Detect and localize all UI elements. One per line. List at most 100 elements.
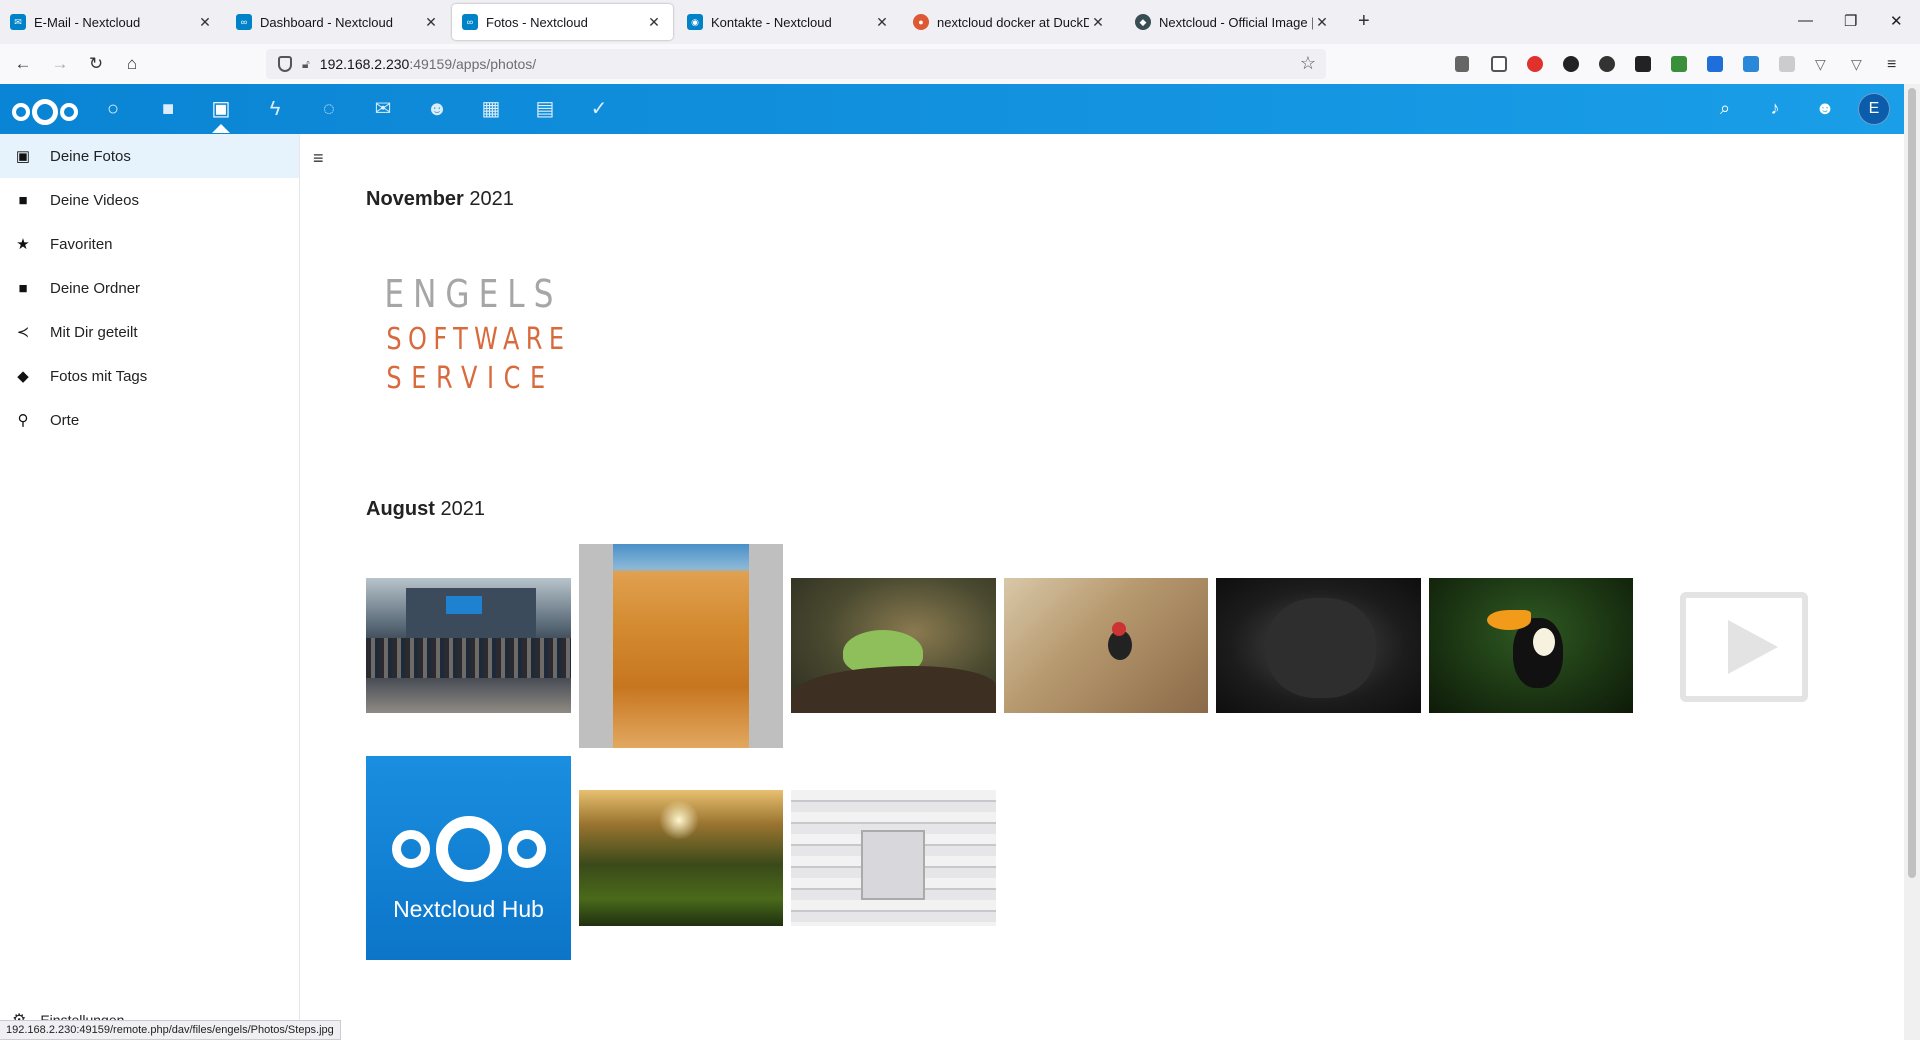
minimize-icon[interactable]: — xyxy=(1798,12,1813,29)
sidebar-item-label: Mit Dir geteilt xyxy=(50,323,138,341)
sidebar-item-fotos-mit-tags[interactable]: ◆ Fotos mit Tags xyxy=(0,354,299,398)
close-icon[interactable]: ✕ xyxy=(422,14,440,31)
location-pin-icon: ⚲ xyxy=(17,412,29,429)
tab-title: Kontakte - Nextcloud xyxy=(711,14,832,30)
sidebar-item-favoriten[interactable]: ★ Favoriten xyxy=(0,222,299,266)
close-icon[interactable]: ✕ xyxy=(645,14,663,31)
sidebar-item-deine-fotos[interactable]: ▣ Deine Fotos xyxy=(0,134,299,178)
activity-icon[interactable]: ϟ xyxy=(263,97,287,121)
bookmark-star-icon[interactable]: ☆ xyxy=(1300,53,1316,74)
menu-icon[interactable]: ≡ xyxy=(1887,56,1903,73)
extension-layers-icon[interactable] xyxy=(1707,56,1723,72)
tab-title: Nextcloud - Official Image | Docker Hub xyxy=(1159,14,1313,30)
photo-thumbnail-nextcloud-hub[interactable]: Nextcloud Hub xyxy=(366,756,571,960)
video-icon: ■ xyxy=(18,191,28,209)
talk-icon[interactable]: ◌ xyxy=(317,97,341,121)
library-atrium-shape xyxy=(861,830,925,900)
files-folder-icon[interactable]: ■ xyxy=(156,97,180,121)
close-icon[interactable]: ✕ xyxy=(1089,14,1107,31)
browser-tab-docker[interactable]: ◆ Nextcloud - Official Image | Docker Hu… xyxy=(1125,4,1341,40)
extension-tool-icon[interactable] xyxy=(1671,56,1687,72)
url-bar[interactable]: 🔓︎ 192.168.2.230:49159/apps/photos/ ☆ xyxy=(266,49,1326,79)
browser-tab-kontakte[interactable]: ◉ Kontakte - Nextcloud ✕ xyxy=(677,4,901,40)
dashboard-icon[interactable]: ○ xyxy=(101,97,125,121)
forward-arrow-icon[interactable]: → xyxy=(48,52,72,76)
sidebar-item-label: Fotos mit Tags xyxy=(50,367,148,385)
sidebar-icon[interactable] xyxy=(1491,56,1507,72)
sidebar-item-label: Orte xyxy=(50,411,80,429)
photo-thumbnail-frog[interactable] xyxy=(791,578,996,713)
close-icon[interactable]: ✕ xyxy=(1313,14,1331,31)
deck-icon[interactable]: ▤ xyxy=(533,97,557,121)
photo-thumbnail-vineyard[interactable] xyxy=(579,790,783,926)
photo-thumbnail-engels-logo[interactable]: ENGELS SOFTWARE SERVICE xyxy=(366,268,570,404)
page-scrollbar[interactable] xyxy=(1904,84,1920,1040)
extension-container-icon[interactable] xyxy=(1743,56,1759,72)
shield-icon[interactable] xyxy=(278,56,292,72)
close-icon[interactable]: ✕ xyxy=(196,14,214,31)
extension-vv-icon[interactable]: ▽ xyxy=(1851,56,1867,72)
photo-thumbnail-toucan[interactable] xyxy=(1429,578,1633,713)
contacts-icon[interactable]: ☻ xyxy=(425,97,449,121)
restore-icon[interactable]: ❐ xyxy=(1844,12,1857,30)
calendar-icon[interactable]: ▦ xyxy=(479,97,503,121)
nextcloud-hub-logo-icon xyxy=(392,816,546,882)
crowd-shape xyxy=(366,638,571,678)
photo-thumbnail-finch[interactable] xyxy=(1004,578,1208,713)
tab-title: nextcloud docker at DuckDuckGo xyxy=(937,14,1089,30)
user-avatar[interactable]: E xyxy=(1858,93,1890,125)
photo-thumbnail-group-photo[interactable] xyxy=(366,578,571,713)
extension-v-icon[interactable]: ▽ xyxy=(1815,56,1831,72)
photo-thumbnail-gorilla[interactable] xyxy=(1216,578,1421,713)
logo-line-software: SOFTWARE xyxy=(386,322,570,357)
section-heading-november: November 2021 xyxy=(366,188,514,211)
video-thumbnail-placeholder[interactable] xyxy=(1680,592,1808,702)
logo-line-engels: ENGELS xyxy=(384,272,563,316)
sidebar-item-label: Deine Fotos xyxy=(50,147,131,165)
contacts-menu-icon[interactable]: ☻ xyxy=(1814,98,1836,119)
qr-code-icon[interactable] xyxy=(1635,56,1651,72)
browser-tab-dashboard[interactable]: ∞ Dashboard - Nextcloud ✕ xyxy=(226,4,450,40)
mail-icon[interactable]: ✉ xyxy=(371,97,395,121)
window-close-icon[interactable]: ✕ xyxy=(1890,12,1903,30)
sun-glow-shape xyxy=(659,800,699,840)
back-arrow-icon[interactable]: ← xyxy=(11,52,35,76)
tag-icon: ◆ xyxy=(17,368,29,385)
tab-title: E-Mail - Nextcloud xyxy=(34,14,141,30)
sidebar-item-deine-ordner[interactable]: ■ Deine Ordner xyxy=(0,266,299,310)
scrollbar-thumb[interactable] xyxy=(1908,88,1916,878)
browser-tab-duckduckgo[interactable]: ● nextcloud docker at DuckDuckGo ✕ xyxy=(903,4,1117,40)
new-tab-plus-icon[interactable]: + xyxy=(1358,10,1370,33)
home-icon[interactable]: ⌂ xyxy=(120,52,144,76)
browser-tab-fotos[interactable]: ∞ Fotos - Nextcloud ✕ xyxy=(452,4,673,40)
tab-title: Dashboard - Nextcloud xyxy=(260,14,393,30)
docker-icon: ◆ xyxy=(1135,14,1151,30)
lock-icon[interactable]: 🔓︎ xyxy=(302,57,310,72)
photo-thumbnail-library[interactable] xyxy=(791,790,996,926)
library-icon[interactable] xyxy=(1455,56,1469,72)
browser-tab-email[interactable]: ✉ E-Mail - Nextcloud ✕ xyxy=(0,4,224,40)
tasks-check-icon[interactable]: ✓ xyxy=(587,97,611,121)
banner-shape xyxy=(446,596,482,614)
notifications-bell-icon[interactable]: ♪ xyxy=(1764,98,1786,119)
hamburger-menu-icon[interactable]: ≡ xyxy=(313,148,324,169)
sidebar-item-orte[interactable]: ⚲ Orte xyxy=(0,398,299,442)
contacts-icon: ◉ xyxy=(687,14,703,30)
privacy-badger-icon[interactable] xyxy=(1563,56,1579,72)
close-icon[interactable]: ✕ xyxy=(873,14,891,31)
tab-title: Fotos - Nextcloud xyxy=(486,14,588,30)
sidebar-item-mit-dir-geteilt[interactable]: ≺ Mit Dir geteilt xyxy=(0,310,299,354)
url-host: 192.168.2.230 xyxy=(319,56,410,72)
nextcloud-logo-icon[interactable] xyxy=(12,99,78,125)
search-icon[interactable]: ⌕ xyxy=(1714,98,1736,119)
photo-thumbnail-desert-steps[interactable] xyxy=(579,544,783,748)
reader-icon[interactable] xyxy=(1779,56,1795,72)
sidebar-item-deine-videos[interactable]: ■ Deine Videos xyxy=(0,178,299,222)
adblock-icon[interactable] xyxy=(1527,56,1543,72)
extension-globe-icon[interactable] xyxy=(1599,56,1615,72)
link-status-bar: 192.168.2.230:49159/remote.php/dav/files… xyxy=(0,1020,341,1040)
section-heading-august: August 2021 xyxy=(366,498,485,521)
photos-icon[interactable]: ▣ xyxy=(209,97,233,121)
sidebar-item-label: Favoriten xyxy=(50,235,113,253)
reload-icon[interactable]: ↻ xyxy=(84,52,108,76)
